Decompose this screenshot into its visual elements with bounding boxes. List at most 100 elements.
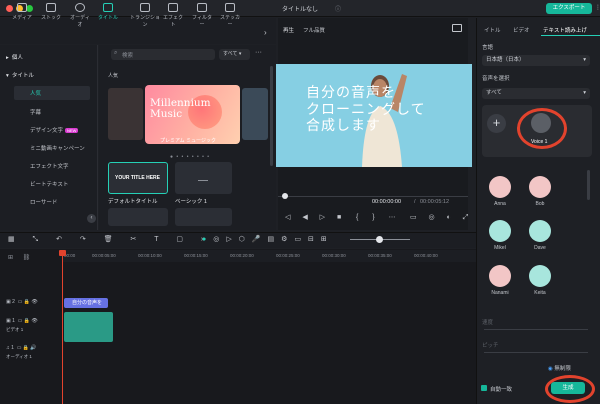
timeline-tools-left[interactable]: ▦ ⤡ ↶ ↷ 🗑 ✂ T ▢ » [8,235,213,244]
preview-progress-bar[interactable] [278,196,468,197]
language-select[interactable]: 日本語（日本） ▾ [482,55,590,66]
pitch-label: ピッチ [482,343,499,349]
tile-default-label: デフォルトタイトル [108,199,158,205]
title-icon [103,3,113,12]
sticker-icon [225,3,235,12]
active-tab-indicator [541,35,600,36]
voice-label: 音声を選択 [482,76,510,82]
speed-label: 速度 [482,320,494,326]
ruler-tick-5: 00:00:25:00 [276,253,300,258]
ruler-tick-8: 00:00:40:00 [414,253,438,258]
carousel-dots[interactable]: ● • • • • • • • [170,154,210,160]
auto-match-checkbox[interactable] [481,385,487,391]
tile-row3-b[interactable] [175,208,232,226]
section-label: 人気 [108,73,119,79]
title-info-icon[interactable]: ⓘ [335,4,341,13]
category-title[interactable]: ▾ タイトル [6,71,34,79]
auto-match-label: 自動一致 [490,387,513,393]
add-voice-button[interactable]: + [487,114,506,133]
playhead-handle[interactable] [59,250,66,256]
track-audio-label: オーディオ 1 [6,354,32,359]
collapse-panel-icon[interactable]: ‹ [87,214,96,223]
track-video-header: ▣ 1 ▭ 🔒 👁 [6,318,38,324]
tab-video[interactable]: ビデオ [513,26,530,34]
unlimited-badge: ◉ 無制限 [548,366,571,372]
track-audio-header: ♫ 1 ▭ 🔒 🔊 [6,345,37,351]
tile-basic-1[interactable] [175,162,232,194]
tile-row3-a[interactable] [108,208,168,226]
category-mini-campaign[interactable]: ミニ動画キャンペーン [30,144,85,152]
category-beat-text[interactable]: ビートテキスト [30,180,68,188]
ruler-tick-1: 00:00:05:00 [92,253,116,258]
voice-nanami-label: Nanami [491,290,509,296]
text-clip[interactable]: 自分の音声を [64,298,108,308]
tool-filter[interactable]: フィルター [190,3,214,28]
play-label: 再生 [283,28,295,34]
tool-sticker[interactable]: ステッカー [218,3,242,28]
tab-title[interactable]: イトル [484,26,501,34]
premium-music-caption: プレミアム ミュージック [160,138,216,144]
tool-audio[interactable]: オーディオ [68,3,92,28]
language-label: 言語 [482,45,494,51]
tool-media[interactable]: メディア [10,3,34,21]
voice-keita-avatar[interactable] [529,265,551,287]
hero-title: Millennium Music [150,97,211,120]
tool-transition[interactable]: トランジション [128,3,162,28]
export-button[interactable]: エクスポート [546,3,592,14]
category-effect-text[interactable]: エフェクト文字 [30,162,69,170]
time-separator: / [414,199,416,205]
track-header-icons[interactable]: ⊞ ⛓ [8,254,34,261]
category-personal[interactable]: ▸ 個人 [6,53,23,61]
ruler-tick-3: 00:00:15:00 [184,253,208,258]
voice-dave-avatar[interactable] [529,220,551,242]
timeline-tools-right[interactable]: ●◎▷⬡🎤▤⚙▭⊟⊞ [202,235,334,243]
unlimited-icon: ◉ [548,366,553,372]
preview-scrubber[interactable] [282,193,288,199]
marker-controls[interactable]: { } ⋯ [356,213,402,221]
grid-scrollbar[interactable] [270,66,273,166]
title-thumb-left[interactable] [108,88,143,140]
search-icon: ⌕ [114,50,118,56]
voice-mikel-avatar[interactable] [489,220,511,242]
stock-icon [46,3,56,12]
video-clip[interactable] [64,312,113,342]
media-icon [17,3,27,12]
window-more-icon[interactable]: ⋮ [595,4,600,11]
pitch-slider[interactable] [484,352,588,353]
voice-anna-label: Anna [494,201,506,207]
tool-effect[interactable]: エフェクト [161,3,185,28]
category-popular[interactable]: 人気 [14,86,90,100]
ruler-tick-2: 00:00:10:00 [138,253,162,258]
toolbar-next-icon[interactable]: › [264,28,267,37]
search-placeholder: 検索 [122,53,134,59]
ruler-tick-7: 00:00:35:00 [368,253,392,258]
category-subtitle[interactable]: 字幕 [30,108,41,116]
category-lower-third[interactable]: ローサード [30,198,57,206]
more-options-icon[interactable]: ··· [255,49,262,56]
tool-title[interactable]: タイトル [96,3,120,21]
snapshot-icon[interactable] [452,24,462,32]
ruler-tick-4: 00:00:20:00 [230,253,254,258]
voice-bob-avatar[interactable] [529,176,551,198]
voice-anna-avatar[interactable] [489,176,511,198]
tool-stock[interactable]: ストック [39,3,63,21]
time-current: 00:00:00:00 [372,199,402,205]
voice-filter-select[interactable]: すべて ▾ [482,88,590,99]
speed-slider[interactable] [484,329,588,330]
voice1-highlight [517,108,567,149]
quality-select[interactable]: フル品質 [303,26,325,34]
playback-controls[interactable]: ◁ ◀ ▷ ■ [285,213,346,221]
view-controls[interactable]: ▭ ◎ ◐ ⤢ [410,213,473,222]
playhead[interactable] [62,250,63,404]
zoom-handle[interactable] [376,236,383,243]
category-design-text[interactable]: デザイン文字 NEW [30,126,79,134]
voice-list-scrollbar[interactable] [587,170,590,200]
title-thumb-right[interactable] [242,88,268,140]
new-badge: NEW [65,128,79,133]
voice-nanami-avatar[interactable] [489,265,511,287]
tab-text-to-speech[interactable]: テキスト読み上げ [543,26,587,34]
track-2-header: ▣ 2 ▭ 🔒 👁 [6,299,38,305]
filter-select[interactable]: すべて ▾ [219,49,250,60]
tile-basic-label: ベーシック 1 [175,199,207,205]
time-total: 00:00:05:12 [420,199,450,205]
